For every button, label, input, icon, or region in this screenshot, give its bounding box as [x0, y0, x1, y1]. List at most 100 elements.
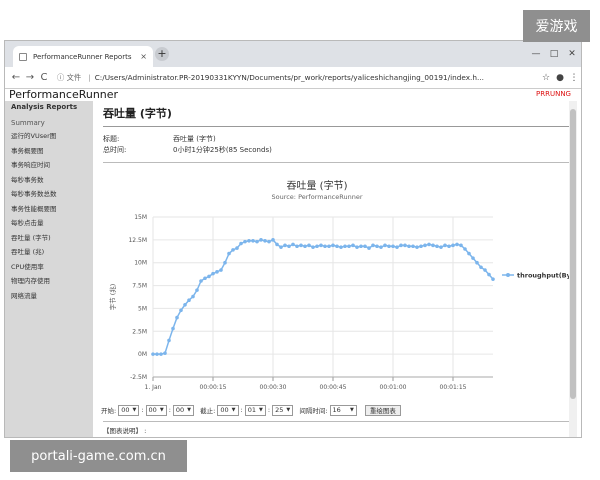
back-button[interactable]: ← — [9, 72, 23, 83]
start-label: 开始: — [101, 407, 117, 415]
menu-icon[interactable]: ⋮ — [567, 73, 581, 83]
data-point — [231, 248, 235, 252]
data-point — [335, 244, 339, 249]
page-icon — [19, 52, 27, 61]
divider — [103, 421, 571, 422]
data-point — [239, 241, 243, 246]
sidebar-item[interactable]: CPU使用率 — [11, 260, 87, 275]
data-point — [487, 272, 491, 277]
profile-icon[interactable]: ● — [553, 73, 567, 83]
start-hour-select[interactable]: 00 ▼ — [118, 404, 140, 416]
sidebar-item[interactable]: 吞吐量 (字节) — [11, 231, 87, 246]
sidebar-item[interactable]: 运行的VUser图 — [11, 129, 87, 144]
data-point — [295, 244, 299, 249]
app-header: PerformanceRunner PRRUNNG — [5, 88, 581, 101]
x-tick-label: 1. Jan — [145, 384, 162, 391]
data-point — [267, 239, 271, 244]
legend-label: throughput(Bytes — [517, 272, 575, 280]
x-tick-label: 00:00:15 — [200, 384, 227, 391]
data-point — [227, 251, 231, 256]
sidebar-item[interactable]: 每秒事务数 — [11, 173, 87, 188]
data-point — [191, 294, 195, 299]
sidebar-item[interactable]: 网络流量 — [11, 289, 87, 304]
end-hour-select[interactable]: 00 ▼ — [217, 404, 239, 416]
sidebar-item[interactable]: 事务响应时间 — [11, 158, 87, 173]
sidebar-item[interactable]: 每秒点击量 — [11, 216, 87, 231]
data-point — [255, 239, 259, 244]
data-point — [391, 244, 395, 249]
reload-button[interactable]: C — [37, 72, 51, 83]
minimize-button[interactable]: — — [527, 41, 545, 67]
sidebar-item[interactable]: 事务性能概要图 — [11, 202, 87, 217]
chevron-down-icon: ▼ — [286, 407, 291, 413]
data-point — [423, 243, 427, 248]
data-point — [447, 244, 451, 249]
data-point — [363, 244, 367, 249]
data-point — [387, 244, 391, 249]
chevron-down-icon: ▼ — [231, 407, 236, 413]
scrollbar[interactable] — [569, 101, 577, 437]
scrollbar-thumb[interactable] — [570, 109, 576, 399]
data-point — [439, 245, 443, 249]
data-point — [207, 274, 211, 279]
x-tick-label: 00:01:15 — [440, 384, 467, 391]
data-point — [251, 238, 255, 243]
tab-bar: PerformanceRunner Reports × + — □ ✕ — [5, 41, 581, 67]
sidebar-item[interactable]: 物理内存使用 — [11, 274, 87, 289]
data-point — [299, 243, 303, 248]
forward-button[interactable]: → — [23, 72, 37, 83]
start-minute-select[interactable]: 00 ▼ — [145, 404, 167, 416]
data-point — [155, 352, 159, 356]
data-point — [403, 243, 407, 248]
sidebar-item[interactable]: 事务概要图 — [11, 144, 87, 159]
sidebar-section-summary[interactable]: Summary — [11, 119, 87, 127]
sidebar-item[interactable]: 吞吐量 (兆) — [11, 245, 87, 260]
end-second-select[interactable]: 25 ▼ — [272, 404, 294, 416]
data-point — [303, 244, 307, 249]
data-point — [371, 243, 375, 248]
end-minute-select[interactable]: 01 ▼ — [244, 404, 266, 416]
data-point — [211, 271, 215, 276]
watermark-bottom: portali-game.com.cn — [10, 440, 187, 472]
data-point — [475, 260, 479, 265]
maximize-button[interactable]: □ — [545, 41, 563, 67]
data-point — [471, 256, 475, 260]
browser-tab[interactable]: PerformanceRunner Reports × — [13, 46, 153, 67]
data-point — [459, 243, 463, 248]
watermark-top: 爱游戏 — [523, 10, 590, 42]
chart-container: 吞吐量 (字节) Source: PerformanceRunner 15M 12… — [97, 171, 575, 403]
close-window-button[interactable]: ✕ — [563, 41, 581, 67]
data-point — [343, 244, 347, 249]
new-tab-button[interactable]: + — [155, 47, 169, 61]
data-point — [323, 244, 327, 249]
data-point — [291, 242, 295, 247]
data-point — [427, 242, 431, 247]
data-point — [311, 245, 315, 249]
browser-window: PerformanceRunner Reports × + — □ ✕ ← → … — [4, 40, 582, 438]
end-label: 截止: — [200, 407, 216, 415]
sidebar-item[interactable]: 每秒事务数总数 — [11, 187, 87, 202]
data-point — [407, 244, 411, 249]
time-controls: 开始: 00 ▼: 00 ▼: 00 ▼ 截止: 00 ▼: 01 ▼: 25 ▼ 间隔时间… — [101, 403, 401, 417]
data-point — [455, 242, 459, 247]
window-controls: — □ ✕ — [527, 41, 581, 67]
start-second-select[interactable]: 00 ▼ — [172, 404, 195, 416]
data-point — [315, 244, 319, 249]
interval-select[interactable]: 16 ▼ — [329, 404, 357, 416]
data-point — [171, 326, 175, 331]
data-point — [491, 277, 495, 281]
meta-row: 标题: 吞吐量 (字节) — [103, 134, 577, 145]
screenshot: 爱游戏 portali-game.com.cn PerformanceRunne… — [0, 0, 600, 480]
start-second-value: 00 — [175, 406, 185, 414]
end-minute-value: 01 — [247, 406, 256, 414]
x-tick-label: 00:00:45 — [320, 384, 347, 391]
chevron-down-icon: ▼ — [350, 407, 354, 413]
site-info-icon[interactable]: ⓘ 文件 — [57, 73, 81, 83]
bookmark-star-icon[interactable]: ☆ — [539, 73, 553, 83]
data-point — [415, 245, 419, 249]
data-point — [479, 265, 483, 270]
data-point — [379, 245, 383, 249]
tab-close-icon[interactable]: × — [140, 52, 147, 61]
url-input[interactable]: ⓘ 文件 | C:/Users/Administrator.PR-2019033… — [57, 69, 535, 86]
redraw-button[interactable]: 重绘图表 — [364, 404, 401, 416]
